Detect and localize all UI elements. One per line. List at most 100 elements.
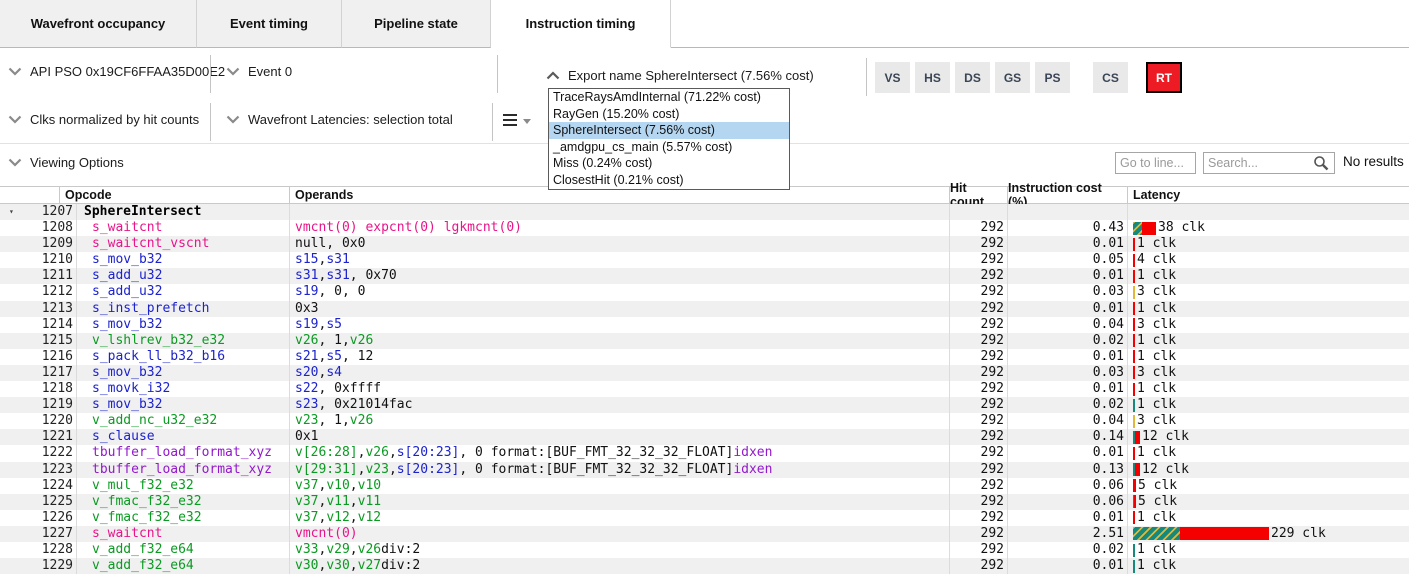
latency-bar-segment xyxy=(1133,560,1135,573)
operands: s31, s31, 0x70 xyxy=(290,268,950,284)
table-row[interactable]: 1225v_fmac_f32_e32v37, v11, v112920.065 … xyxy=(0,494,1409,510)
table-row[interactable]: 1221s_clause0x12920.1412 clk xyxy=(0,429,1409,445)
opcode: SphereIntersect xyxy=(84,204,201,220)
column-header-hit-count[interactable]: Hit count xyxy=(950,187,1008,203)
operands: v37, v10, v10 xyxy=(290,478,950,494)
hit-count: 292 xyxy=(950,542,1008,558)
table-row[interactable]: ▾1207SphereIntersect xyxy=(0,204,1409,220)
stage-button-vs[interactable]: VS xyxy=(875,62,910,93)
opcode: s_add_u32 xyxy=(92,268,162,284)
line-number: 1210 xyxy=(22,252,76,268)
latency-cell: 229 clk xyxy=(1128,526,1409,542)
stage-button-ps[interactable]: PS xyxy=(1035,62,1070,93)
table-row[interactable]: 1213s_inst_prefetch0x32920.011 clk xyxy=(0,301,1409,317)
latency-cell: 1 clk xyxy=(1128,301,1409,317)
instruction-cost: 2.51 xyxy=(1008,526,1128,542)
latency-label: 12 clk xyxy=(1142,462,1189,478)
hit-count: 292 xyxy=(950,494,1008,510)
table-row[interactable]: 1228v_add_f32_e64v33, v29, v26 div:22920… xyxy=(0,542,1409,558)
table-row[interactable]: 1216s_pack_ll_b32_b16s21, s5, 122920.011… xyxy=(0,349,1409,365)
go-to-line-input[interactable] xyxy=(1115,152,1196,174)
tab-pipeline-state[interactable]: Pipeline state xyxy=(342,0,491,48)
instruction-cost: 0.02 xyxy=(1008,333,1128,349)
search-icon[interactable] xyxy=(1313,155,1329,171)
line-number: 1220 xyxy=(22,413,76,429)
latency-label: 3 clk xyxy=(1137,317,1176,333)
table-row[interactable]: 1210s_mov_b32s15, s312920.054 clk xyxy=(0,252,1409,268)
hit-count: 292 xyxy=(950,220,1008,236)
line-number: 1218 xyxy=(22,381,76,397)
export-option[interactable]: ClosestHit (0.21% cost) xyxy=(549,172,789,189)
line-number: 1224 xyxy=(22,478,76,494)
latency-bar-segment xyxy=(1133,511,1135,524)
menu-button[interactable] xyxy=(503,112,537,130)
export-option[interactable]: _amdgpu_cs_main (5.57% cost) xyxy=(549,139,789,156)
opcode: s_mov_b32 xyxy=(92,397,162,413)
table-row[interactable]: 1212s_add_u32s19, 0, 02920.033 clk xyxy=(0,284,1409,300)
instruction-cost: 0.01 xyxy=(1008,236,1128,252)
latency-cell: 1 clk xyxy=(1128,510,1409,526)
opcode: s_mov_b32 xyxy=(92,252,162,268)
latency-label: 1 clk xyxy=(1137,542,1176,558)
event-dropdown[interactable]: Event 0 xyxy=(226,64,292,79)
operands: v23, 1, v26 xyxy=(290,413,950,429)
operands: v[26:28], v26, s[20:23], 0 format:[BUF_F… xyxy=(290,445,950,461)
stage-button-gs[interactable]: GS xyxy=(995,62,1030,93)
table-row[interactable]: 1211s_add_u32s31, s31, 0x702920.011 clk xyxy=(0,268,1409,284)
column-header-instruction-cost[interactable]: Instruction cost (%) xyxy=(1008,187,1128,203)
chevron-down-icon xyxy=(8,67,22,76)
table-row[interactable]: 1224v_mul_f32_e32v37, v10, v102920.065 c… xyxy=(0,478,1409,494)
hit-count: 292 xyxy=(950,558,1008,574)
tab-wavefront-occupancy[interactable]: Wavefront occupancy xyxy=(0,0,197,48)
tab-event-timing[interactable]: Event timing xyxy=(197,0,342,48)
tab-instruction-timing[interactable]: Instruction timing xyxy=(491,0,671,48)
table-row[interactable]: 1208s_waitcntvmcnt(0) expcnt(0) lgkmcnt(… xyxy=(0,220,1409,236)
latency-label: 1 clk xyxy=(1137,445,1176,461)
stage-button-hs[interactable]: HS xyxy=(915,62,950,93)
table-row[interactable]: 1214s_mov_b32s19, s52920.043 clk xyxy=(0,317,1409,333)
hit-count: 292 xyxy=(950,413,1008,429)
stage-button-ds[interactable]: DS xyxy=(955,62,990,93)
stage-button-cs[interactable]: CS xyxy=(1093,62,1128,93)
export-option[interactable]: Miss (0.24% cost) xyxy=(549,155,789,172)
export-option[interactable]: TraceRaysAmdInternal (71.22% cost) xyxy=(549,89,789,106)
table-row[interactable]: 1218s_movk_i32s22, 0xffff2920.011 clk xyxy=(0,381,1409,397)
table-row[interactable]: 1217s_mov_b32s20, s42920.033 clk xyxy=(0,365,1409,381)
hit-count: 292 xyxy=(950,526,1008,542)
expand-triangle-icon[interactable]: ▾ xyxy=(0,204,22,220)
table-row[interactable]: 1223tbuffer_load_format_xyzv[29:31], v23… xyxy=(0,462,1409,478)
tree-column-header xyxy=(0,187,60,203)
line-number: 1225 xyxy=(22,494,76,510)
latency-label: 1 clk xyxy=(1137,381,1176,397)
api-pso-dropdown[interactable]: API PSO 0x19CF6FFAA35D00E2 xyxy=(8,64,225,79)
export-name-dropdown[interactable]: Export name SphereIntersect (7.56% cost) xyxy=(546,68,814,83)
opcode: s_add_u32 xyxy=(92,284,162,300)
api-pso-label: API PSO 0x19CF6FFAA35D00E2 xyxy=(30,64,225,79)
table-row[interactable]: 1229v_add_f32_e64v30, v30, v27 div:22920… xyxy=(0,558,1409,574)
table-row[interactable]: 1226v_fmac_f32_e32v37, v12, v122920.011 … xyxy=(0,510,1409,526)
stage-button-rt[interactable]: RT xyxy=(1146,62,1182,93)
opcode: tbuffer_load_format_xyz xyxy=(92,462,272,478)
wavefront-latencies-dropdown[interactable]: Wavefront Latencies: selection total xyxy=(226,112,453,127)
table-row[interactable]: 1222tbuffer_load_format_xyzv[26:28], v26… xyxy=(0,445,1409,461)
export-option[interactable]: SphereIntersect (7.56% cost) xyxy=(549,122,789,139)
column-header-opcode[interactable]: Opcode xyxy=(60,187,290,203)
table-row[interactable]: 1215v_lshlrev_b32_e32v26, 1, v262920.021… xyxy=(0,333,1409,349)
column-header-latency[interactable]: Latency xyxy=(1128,187,1409,203)
separator xyxy=(210,103,211,141)
event-label: Event 0 xyxy=(248,64,292,79)
table-row[interactable]: 1227s_waitcntvmcnt(0)2922.51229 clk xyxy=(0,526,1409,542)
instruction-cost: 0.03 xyxy=(1008,284,1128,300)
clks-dropdown[interactable]: Clks normalized by hit counts xyxy=(8,112,199,127)
hamburger-icon xyxy=(503,114,517,116)
latency-label: 1 clk xyxy=(1137,349,1176,365)
instruction-cost: 0.02 xyxy=(1008,397,1128,413)
line-number: 1209 xyxy=(22,236,76,252)
table-row[interactable]: 1219s_mov_b32s23, 0x21014fac2920.021 clk xyxy=(0,397,1409,413)
viewing-options-toggle[interactable]: Viewing Options xyxy=(8,155,124,170)
opcode: s_waitcnt xyxy=(92,220,162,236)
table-row[interactable]: 1209s_waitcnt_vscntnull, 0x02920.011 clk xyxy=(0,236,1409,252)
export-option[interactable]: RayGen (15.20% cost) xyxy=(549,106,789,123)
operands: s15, s31 xyxy=(290,252,950,268)
table-row[interactable]: 1220v_add_nc_u32_e32v23, 1, v262920.043 … xyxy=(0,413,1409,429)
